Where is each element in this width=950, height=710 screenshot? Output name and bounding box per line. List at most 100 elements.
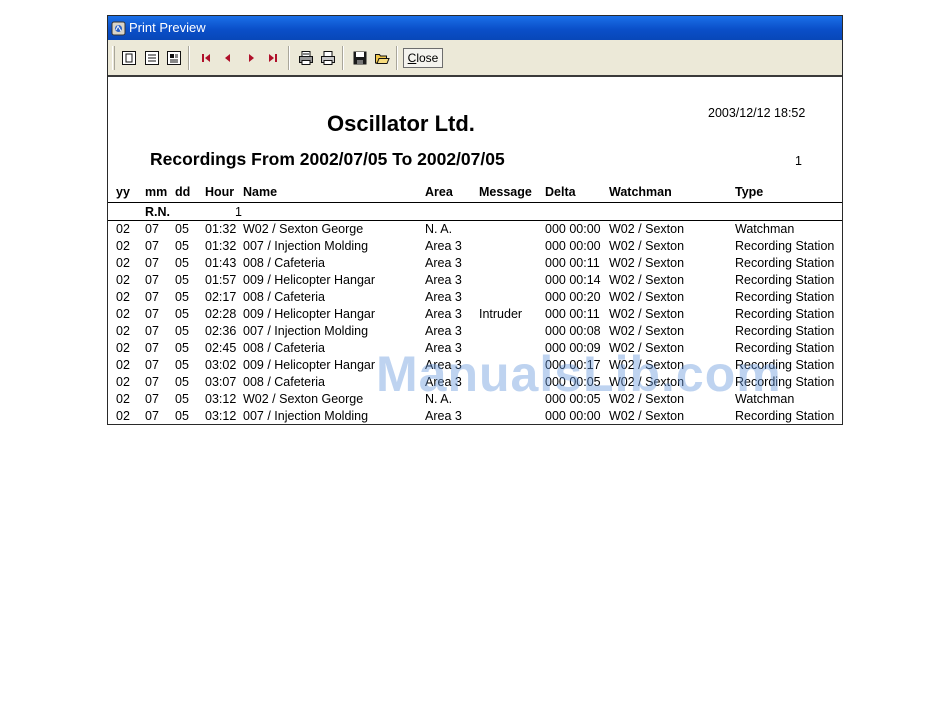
rn-row: R.N. 1 (108, 205, 842, 221)
watermark: ManualsLib.com (376, 346, 782, 402)
cell-type: Recording Station (735, 239, 835, 253)
printer-setup-icon[interactable] (298, 50, 314, 66)
cell-yy: 02 (116, 222, 130, 236)
next-page-icon[interactable] (243, 50, 259, 66)
column-header-row: yy mm dd Hour Name Area Message Delta Wa… (108, 185, 842, 201)
cell-delta: 000 00:00 (545, 409, 601, 423)
table-row: 02 07 05 01:57 009 / Helicopter Hangar Area 3… (108, 273, 842, 290)
last-page-icon[interactable] (265, 50, 281, 66)
toolbar: Close (108, 40, 842, 77)
page-number: 1 (795, 154, 802, 168)
col-dd: dd (175, 185, 191, 199)
zoom-fit-icon[interactable] (166, 50, 182, 66)
cell-dd: 05 (175, 273, 189, 287)
cell-watchman: W02 / Sexton (609, 290, 685, 304)
cell-dd: 05 (175, 239, 189, 253)
cell-yy: 02 (116, 324, 130, 338)
cell-yy: 02 (116, 375, 130, 389)
col-yy: yy (116, 185, 130, 199)
cell-mm: 07 (145, 256, 159, 270)
col-delta: Delta (545, 185, 576, 199)
cell-area: Area 3 (425, 409, 462, 423)
cell-area: Area 3 (425, 273, 462, 287)
cell-name: W02 / Sexton George (243, 392, 364, 406)
header-rule (108, 202, 842, 203)
cell-watchman: W02 / Sexton (609, 239, 685, 253)
cell-message: Intruder (479, 307, 523, 321)
cell-dd: 05 (175, 358, 189, 372)
col-type: Type (735, 185, 764, 199)
cell-mm: 07 (145, 222, 159, 236)
cell-dd: 05 (175, 409, 189, 423)
cell-name: 008 / Cafeteria (243, 290, 325, 304)
cell-watchman: W02 / Sexton (609, 222, 685, 236)
cell-watchman: W02 / Sexton (609, 307, 685, 321)
company-name: Oscillator Ltd. (327, 111, 475, 136)
cell-name: 008 / Cafeteria (243, 375, 325, 389)
app-icon (111, 20, 126, 36)
previous-page-icon[interactable] (220, 50, 236, 66)
col-hour: Hour (205, 185, 235, 199)
table-row: 02 07 05 01:43 008 / Cafeteria Area 3 000 00:1… (108, 256, 842, 273)
cell-yy: 02 (116, 409, 130, 423)
table-row: 02 07 05 02:28 009 / Helicopter Hangar Area 3… (108, 307, 842, 324)
toolbar-grip (112, 46, 115, 70)
cell-name: 009 / Helicopter Hangar (243, 273, 376, 287)
table-row: 02 07 05 02:17 008 / Cafeteria Area 3 000 00:2… (108, 290, 842, 307)
title-bar[interactable]: Print Preview (108, 16, 842, 40)
cell-yy: 02 (116, 358, 130, 372)
cell-type: Recording Station (735, 324, 835, 338)
cell-watchman: W02 / Sexton (609, 273, 685, 287)
cell-mm: 07 (145, 358, 159, 372)
cell-hour: 03:02 (205, 358, 237, 372)
cell-hour: 03:12 (205, 409, 237, 423)
cell-mm: 07 (145, 324, 159, 338)
cell-type: Recording Station (735, 307, 835, 321)
cell-dd: 05 (175, 375, 189, 389)
toolbar-separator (396, 46, 398, 70)
cell-watchman: W02 / Sexton (609, 409, 685, 423)
one-page-view-icon[interactable] (121, 50, 137, 66)
cell-hour: 03:07 (205, 375, 237, 389)
cell-delta: 000 00:08 (545, 324, 601, 338)
cell-delta: 000 00:20 (545, 290, 601, 304)
first-page-icon[interactable] (198, 50, 214, 66)
window-title: Print Preview (129, 20, 206, 35)
close-button[interactable]: Close (403, 48, 443, 68)
cell-type: Recording Station (735, 409, 835, 423)
rn-label: R.N. (145, 205, 170, 219)
cell-hour: 02:17 (205, 290, 237, 304)
table-row: 02 07 05 02:36 007 / Injection Molding Area 3… (108, 324, 842, 341)
cell-area: Area 3 (425, 239, 462, 253)
cell-area: Area 3 (425, 307, 462, 321)
cell-hour: 03:12 (205, 392, 237, 406)
cell-mm: 07 (145, 375, 159, 389)
cell-mm: 07 (145, 409, 159, 423)
rn-value: 1 (235, 205, 242, 219)
toolbar-separator (288, 46, 290, 70)
two-page-view-icon[interactable] (144, 50, 160, 66)
print-icon[interactable] (320, 50, 336, 66)
cell-name: 008 / Cafeteria (243, 341, 325, 355)
open-icon[interactable] (374, 50, 390, 66)
col-watchman: Watchman (609, 185, 672, 199)
cell-hour: 01:57 (205, 273, 237, 287)
cell-type: Recording Station (735, 273, 835, 287)
cell-yy: 02 (116, 256, 130, 270)
col-name: Name (243, 185, 278, 199)
cell-dd: 05 (175, 222, 189, 236)
cell-delta: 000 00:00 (545, 239, 601, 253)
cell-delta: 000 00:11 (545, 256, 600, 270)
cell-yy: 02 (116, 273, 130, 287)
save-icon[interactable] (352, 50, 368, 66)
cell-mm: 07 (145, 341, 159, 355)
cell-mm: 07 (145, 392, 159, 406)
table-row: 02 07 05 01:32 W02 / Sexton George N. A. 000 0… (108, 222, 842, 239)
cell-name: 009 / Helicopter Hangar (243, 358, 376, 372)
table-row: 02 07 05 01:32 007 / Injection Molding Area 3… (108, 239, 842, 256)
cell-dd: 05 (175, 392, 189, 406)
cell-watchman: W02 / Sexton (609, 256, 685, 270)
cell-area: Area 3 (425, 290, 462, 304)
cell-hour: 02:45 (205, 341, 237, 355)
cell-dd: 05 (175, 307, 189, 321)
